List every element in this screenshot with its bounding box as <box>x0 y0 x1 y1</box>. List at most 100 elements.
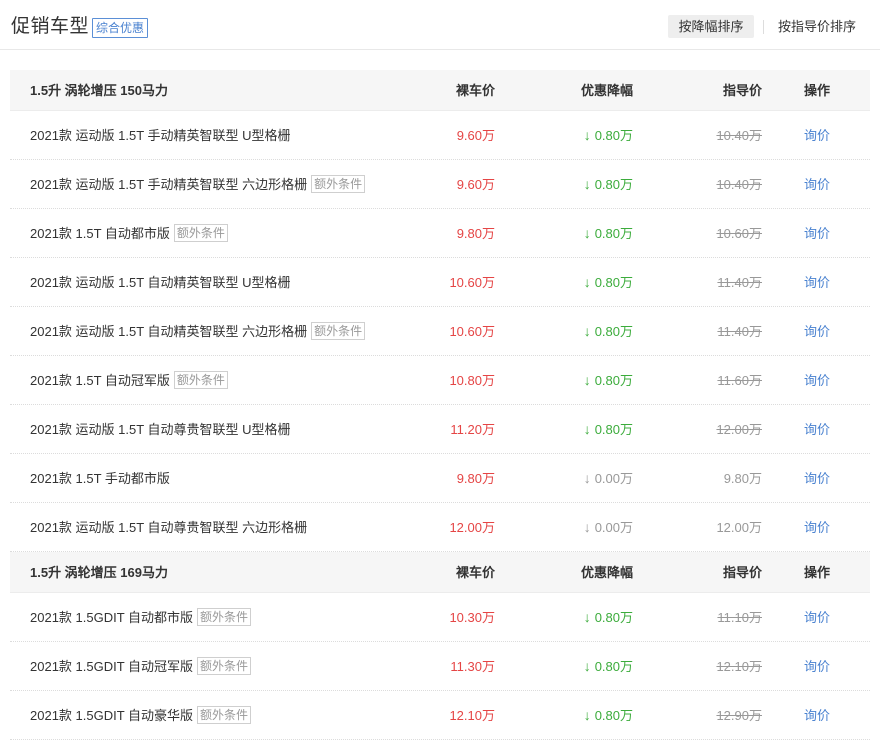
inquire-price-link[interactable]: 询价 <box>804 422 830 437</box>
action-cell: 询价 <box>804 160 830 209</box>
model-name: 2021款 1.5GDIT 自动冠军版 <box>30 659 194 674</box>
guide-price: 11.60万 <box>717 373 762 388</box>
column-header-guide-price: 指导价 <box>722 83 762 98</box>
discount-cell: ↓ 0.80万 <box>520 160 633 209</box>
model-name-cell: 2021款 运动版 1.5T 自动尊贵智联型 六边形格栅 <box>30 503 307 552</box>
guide-price: 11.10万 <box>717 610 762 625</box>
guide-price: 11.40万 <box>717 275 762 290</box>
model-name: 2021款 1.5GDIT 自动豪华版 <box>30 708 194 723</box>
table-row: 2021款 1.5GDIT 自动豪华版 额外条件 12.10万 ↓ 0.80万 12.90… <box>10 691 870 740</box>
table-row: 2021款 1.5T 自动都市版 额外条件 9.80万 ↓ 0.80万 10.60万 询价 <box>10 209 870 258</box>
inquire-price-link[interactable]: 询价 <box>804 610 830 625</box>
overall-discount-tag: 综合优惠 <box>92 18 149 38</box>
down-arrow-icon: ↓ <box>583 274 591 290</box>
inquire-price-link[interactable]: 询价 <box>804 520 830 535</box>
extra-condition-tag: 额外条件 <box>173 224 228 242</box>
inquire-price-link[interactable]: 询价 <box>804 177 830 192</box>
table-row: 2021款 运动版 1.5T 自动精英智联型 U型格栅 10.60万 ↓ 0.80万 1… <box>10 258 870 307</box>
discount-amount: 0.80万 <box>594 610 633 625</box>
column-header-discount: 优惠降幅 <box>580 565 633 580</box>
guide-price: 12.90万 <box>716 708 762 723</box>
inquire-price-link[interactable]: 询价 <box>804 708 830 723</box>
extra-condition-tag: 额外条件 <box>173 371 228 389</box>
inquire-price-link[interactable]: 询价 <box>804 373 830 388</box>
bare-car-price: 12.00万 <box>449 520 495 535</box>
bare-car-price: 9.60万 <box>456 177 495 192</box>
extra-condition-tag: 额外条件 <box>311 322 366 340</box>
discount-amount: 0.80万 <box>594 659 633 674</box>
discount-cell: ↓ 0.80万 <box>520 209 633 258</box>
guide-price-cell: 12.00万 <box>650 503 762 552</box>
discount-cell: ↓ 0.00万 <box>520 503 633 552</box>
group-title: 1.5升 涡轮增压 169马力 <box>30 565 168 580</box>
bare-car-price: 12.10万 <box>449 708 495 723</box>
down-arrow-icon: ↓ <box>583 225 591 241</box>
promo-table: 1.5升 涡轮增压 150马力 裸车价 优惠降幅 指导价 操作 2021款 运动版 1.5… <box>10 70 870 740</box>
discount-amount: 0.80万 <box>594 275 633 290</box>
model-name: 2021款 运动版 1.5T 自动尊贵智联型 U型格栅 <box>30 422 291 437</box>
guide-price-cell: 11.40万 <box>650 307 762 356</box>
down-arrow-icon: ↓ <box>583 421 591 437</box>
down-arrow-icon: ↓ <box>583 372 591 388</box>
action-cell: 询价 <box>804 503 830 552</box>
bare-car-price: 9.80万 <box>456 226 495 241</box>
guide-price: 9.80万 <box>723 471 762 486</box>
discount-cell: ↓ 0.80万 <box>520 258 633 307</box>
model-name-cell: 2021款 运动版 1.5T 手动精英智联型 六边形格栅 额外条件 <box>30 160 366 209</box>
discount-amount: 0.00万 <box>594 520 633 535</box>
down-arrow-icon: ↓ <box>583 323 591 339</box>
guide-price: 12.10万 <box>716 659 762 674</box>
sort-divider <box>763 20 764 34</box>
action-cell: 询价 <box>804 593 830 642</box>
model-name: 2021款 1.5T 自动都市版 <box>30 226 170 241</box>
discount-amount: 0.80万 <box>594 373 633 388</box>
table-row: 2021款 1.5GDIT 自动冠军版 额外条件 11.30万 ↓ 0.80万 12.10… <box>10 642 870 691</box>
model-name-cell: 2021款 运动版 1.5T 自动精英智联型 六边形格栅 额外条件 <box>30 307 366 356</box>
action-cell: 询价 <box>804 258 830 307</box>
column-header-action: 操作 <box>804 565 831 580</box>
discount-cell: ↓ 0.00万 <box>520 454 633 503</box>
guide-price-cell: 10.60万 <box>650 209 762 258</box>
inquire-price-link[interactable]: 询价 <box>804 275 830 290</box>
promo-header: 促销车型 综合优惠 按降幅排序 按指导价排序 <box>0 0 880 50</box>
down-arrow-icon: ↓ <box>583 127 591 143</box>
sort-by-guide-price-button[interactable]: 按指导价排序 <box>778 15 856 38</box>
bare-car-price: 10.80万 <box>449 373 495 388</box>
table-row: 2021款 运动版 1.5T 手动精英智联型 U型格栅 9.60万 ↓ 0.80万 10… <box>10 111 870 160</box>
guide-price: 11.40万 <box>717 324 762 339</box>
discount-cell: ↓ 0.80万 <box>520 356 633 405</box>
group-header: 1.5升 涡轮增压 150马力 裸车价 优惠降幅 指导价 操作 <box>10 70 870 111</box>
sort-by-discount-button[interactable]: 按降幅排序 <box>668 15 754 38</box>
guide-price: 12.00万 <box>716 422 762 437</box>
bare-car-price: 10.30万 <box>449 610 495 625</box>
guide-price-cell: 11.40万 <box>650 258 762 307</box>
inquire-price-link[interactable]: 询价 <box>804 471 830 486</box>
model-name-cell: 2021款 1.5GDIT 自动冠军版 额外条件 <box>30 642 252 691</box>
column-header-price: 裸车价 <box>455 565 495 580</box>
inquire-price-link[interactable]: 询价 <box>804 324 830 339</box>
down-arrow-icon: ↓ <box>583 176 591 192</box>
discount-cell: ↓ 0.80万 <box>520 307 633 356</box>
group-header: 1.5升 涡轮增压 169马力 裸车价 优惠降幅 指导价 操作 <box>10 552 870 593</box>
bare-car-price: 9.60万 <box>456 128 495 143</box>
extra-condition-tag: 额外条件 <box>197 657 252 675</box>
model-name: 2021款 1.5GDIT 自动都市版 <box>30 610 194 625</box>
table-row: 2021款 运动版 1.5T 自动精英智联型 六边形格栅 额外条件 10.60万 ↓ 0… <box>10 307 870 356</box>
inquire-price-link[interactable]: 询价 <box>804 226 830 241</box>
inquire-price-link[interactable]: 询价 <box>804 659 830 674</box>
discount-amount: 0.80万 <box>594 128 633 143</box>
down-arrow-icon: ↓ <box>583 658 591 674</box>
guide-price-cell: 12.00万 <box>650 405 762 454</box>
model-name: 2021款 运动版 1.5T 自动尊贵智联型 六边形格栅 <box>30 520 308 535</box>
action-cell: 询价 <box>804 111 830 160</box>
column-header-guide-price: 指导价 <box>722 565 762 580</box>
guide-price: 12.00万 <box>716 520 762 535</box>
action-cell: 询价 <box>804 454 830 503</box>
column-header-discount: 优惠降幅 <box>580 83 633 98</box>
discount-cell: ↓ 0.80万 <box>520 405 633 454</box>
discount-amount: 0.80万 <box>594 422 633 437</box>
guide-price: 10.60万 <box>716 226 762 241</box>
inquire-price-link[interactable]: 询价 <box>804 128 830 143</box>
guide-price-cell: 11.60万 <box>650 356 762 405</box>
table-row: 2021款 运动版 1.5T 手动精英智联型 六边形格栅 额外条件 9.60万 ↓ 0.… <box>10 160 870 209</box>
